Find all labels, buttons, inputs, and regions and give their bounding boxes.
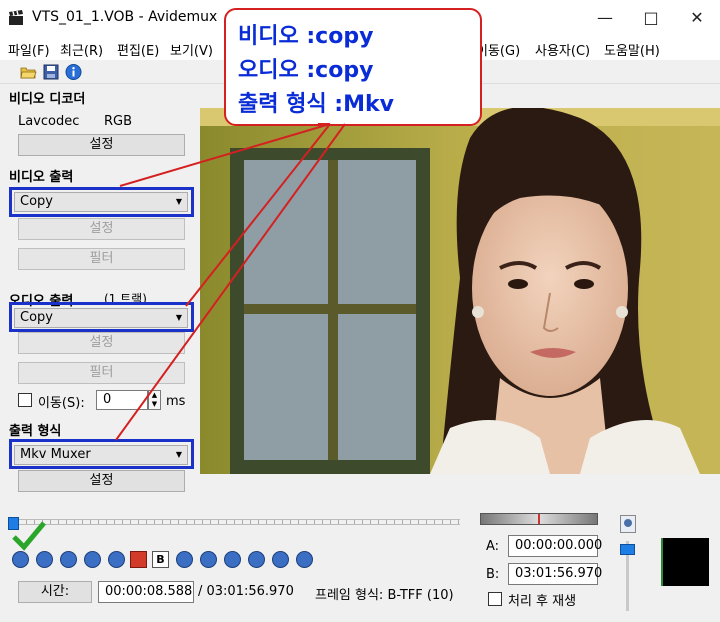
goto-marker-a-button[interactable] bbox=[176, 551, 193, 568]
callout-audio: 오디오 :copy bbox=[238, 58, 374, 83]
menu-recent[interactable]: 최근(R) bbox=[60, 40, 103, 59]
highlight-output-format bbox=[9, 439, 194, 469]
time-button[interactable]: 시간: bbox=[18, 581, 92, 603]
close-button[interactable]: ✕ bbox=[674, 0, 720, 36]
info-icon[interactable] bbox=[65, 64, 82, 80]
menu-custom[interactable]: 사용자(C) bbox=[535, 40, 590, 59]
maximize-icon: □ bbox=[643, 8, 659, 27]
save-icon[interactable] bbox=[43, 64, 60, 80]
menu-edit[interactable]: 편집(E) bbox=[117, 40, 159, 59]
decoder-settings-button[interactable]: 설정 bbox=[18, 134, 185, 156]
menu-file[interactable]: 파일(F) bbox=[8, 40, 50, 59]
bottom-panel: B 시간: 00:00:08.588 / 03:01:56.970 프레임 형식… bbox=[0, 505, 720, 622]
checkmark-icon bbox=[12, 521, 46, 551]
close-icon: ✕ bbox=[690, 8, 704, 27]
minimize-button[interactable]: — bbox=[582, 0, 628, 36]
play-after-checkbox[interactable] bbox=[488, 592, 502, 606]
audio-filter-button[interactable]: 필터 bbox=[18, 362, 185, 384]
timeline-slider[interactable] bbox=[10, 519, 460, 525]
play-button[interactable] bbox=[12, 551, 29, 568]
open-icon[interactable] bbox=[20, 64, 37, 80]
menu-view[interactable]: 보기(V) bbox=[170, 40, 213, 59]
video-settings-button[interactable]: 설정 bbox=[18, 218, 185, 240]
decoder-format: RGB bbox=[104, 114, 133, 129]
maximize-button[interactable]: □ bbox=[628, 0, 674, 36]
decoder-codec: Lavcodec bbox=[18, 114, 80, 129]
frame-type: 프레임 형식: B-TFF (10) bbox=[315, 588, 454, 603]
output-format-settings-button[interactable]: 설정 bbox=[18, 470, 185, 492]
set-marker-b-button[interactable]: B bbox=[152, 551, 169, 568]
speaker-icon[interactable] bbox=[620, 515, 636, 533]
callout-video: 비디오 :copy bbox=[238, 24, 374, 49]
video-preview bbox=[200, 108, 720, 474]
video-decoder-label: 비디오 디코더 bbox=[9, 92, 86, 107]
audio-shift-unit: ms bbox=[166, 394, 186, 409]
marker-b-label: B: bbox=[486, 567, 500, 582]
audio-settings-button[interactable]: 설정 bbox=[18, 332, 185, 354]
meter-marker bbox=[538, 514, 540, 524]
black-frame-button[interactable] bbox=[296, 551, 313, 568]
audio-shift-input[interactable]: 0 bbox=[96, 390, 148, 410]
callout-format: 출력 형식 :Mkv bbox=[238, 92, 394, 117]
menu-help[interactable]: 도움말(H) bbox=[604, 40, 660, 59]
play-after-label: 처리 후 재생 bbox=[508, 594, 577, 609]
clapperboard-icon bbox=[9, 10, 23, 25]
marker-b-time: 03:01:56.970 bbox=[508, 563, 602, 585]
marker-a-time: 00:00:00.000 bbox=[508, 535, 602, 557]
prev-frame-button[interactable] bbox=[60, 551, 77, 568]
next-keyframe-button[interactable] bbox=[224, 551, 241, 568]
goto-end-button[interactable] bbox=[272, 551, 289, 568]
marker-a-label: A: bbox=[486, 539, 500, 554]
set-marker-a-button[interactable] bbox=[130, 551, 147, 568]
total-time: / 03:01:56.970 bbox=[198, 584, 294, 599]
output-format-label: 출력 형식 bbox=[9, 424, 62, 439]
menu-go[interactable]: 이동(G) bbox=[476, 40, 520, 59]
goto-start-button[interactable] bbox=[248, 551, 265, 568]
highlight-video-output bbox=[9, 187, 194, 217]
rewind-button[interactable] bbox=[36, 551, 53, 568]
annotation-callout: 비디오 :copy 오디오 :copy 출력 형식 :Mkv bbox=[224, 8, 482, 126]
goto-marker-b-button[interactable] bbox=[200, 551, 217, 568]
speaker-dot bbox=[624, 519, 632, 527]
video-frame-image bbox=[200, 108, 720, 474]
next-frame-button[interactable] bbox=[84, 551, 101, 568]
current-time-field[interactable]: 00:00:08.588 bbox=[98, 581, 194, 603]
audio-shift-checkbox[interactable] bbox=[18, 393, 32, 407]
minimize-icon: — bbox=[597, 8, 613, 27]
highlight-audio-output bbox=[9, 302, 194, 332]
prev-keyframe-button[interactable] bbox=[108, 551, 125, 568]
mini-preview bbox=[661, 538, 709, 586]
audio-shift-label: 이동(S): bbox=[38, 396, 85, 411]
volume-meter bbox=[480, 513, 598, 525]
shift-spinner[interactable]: ▲ ▼ bbox=[148, 390, 161, 410]
window-title: VTS_01_1.VOB - Avidemux bbox=[32, 9, 218, 25]
video-output-label: 비디오 출력 bbox=[9, 170, 74, 185]
volume-handle[interactable] bbox=[620, 544, 635, 555]
video-filter-button[interactable]: 필터 bbox=[18, 248, 185, 270]
